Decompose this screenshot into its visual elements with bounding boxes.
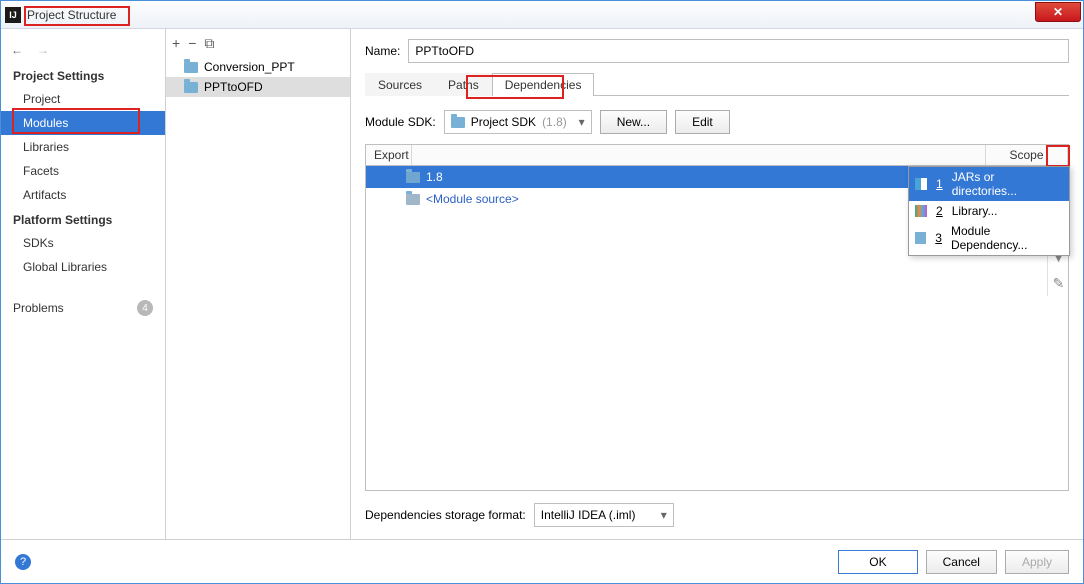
app-icon: IJ <box>5 7 21 23</box>
sdk-label: Module SDK: <box>365 115 436 129</box>
sdk-version: (1.8) <box>542 115 567 129</box>
remove-icon[interactable]: − <box>188 35 196 51</box>
sidebar: ← → Project Settings Project Modules Lib… <box>1 29 166 539</box>
sidebar-item-sdks[interactable]: SDKs <box>1 231 165 255</box>
dep-label: <Module source> <box>426 192 519 206</box>
name-input[interactable] <box>408 39 1069 63</box>
library-icon <box>915 205 927 217</box>
forward-arrow-icon[interactable]: → <box>37 43 49 57</box>
popup-item-module-dep[interactable]: 3 Module Dependency... <box>909 221 1069 255</box>
tab-paths[interactable]: Paths <box>435 73 492 96</box>
apply-button[interactable]: Apply <box>1005 550 1069 574</box>
sdk-row: Module SDK: Project SDK (1.8) New... Edi… <box>365 110 1069 134</box>
sidebar-item-modules[interactable]: Modules <box>1 111 165 135</box>
sidebar-item-artifacts[interactable]: Artifacts <box>1 183 165 207</box>
tab-sources[interactable]: Sources <box>365 73 435 96</box>
footer: ? OK Cancel Apply <box>1 539 1083 583</box>
nav-arrows: ← → <box>1 37 165 63</box>
jar-icon <box>915 178 927 190</box>
sidebar-item-libraries[interactable]: Libraries <box>1 135 165 159</box>
tree-item-label: PPTtoOFD <box>204 80 263 94</box>
sidebar-item-facets[interactable]: Facets <box>1 159 165 183</box>
problems-badge: 4 <box>137 300 153 316</box>
popup-shortcut: 3 <box>935 231 942 245</box>
folder-icon <box>451 117 465 128</box>
body: ← → Project Settings Project Modules Lib… <box>1 29 1083 539</box>
th-spacer <box>412 145 986 165</box>
titlebar: IJ Project Structure ✕ <box>1 1 1083 29</box>
th-export[interactable]: Export <box>366 145 412 165</box>
storage-dropdown[interactable]: IntelliJ IDEA (.iml) <box>534 503 674 527</box>
folder-icon <box>406 172 420 183</box>
folder-icon <box>406 194 420 205</box>
module-icon <box>184 62 198 73</box>
modules-tree: + − ⧉ Conversion_PPT PPTtoOFD <box>166 29 351 539</box>
new-button[interactable]: New... <box>600 110 667 134</box>
sdk-value: Project SDK <box>471 115 536 129</box>
edit-dep-icon[interactable]: ✎ <box>1048 270 1069 296</box>
module-icon <box>915 232 926 244</box>
sidebar-item-global-libraries[interactable]: Global Libraries <box>1 255 165 279</box>
tree-item-label: Conversion_PPT <box>204 60 295 74</box>
popup-item-jars[interactable]: 1 JARs or directories... <box>909 167 1069 201</box>
edit-button[interactable]: Edit <box>675 110 730 134</box>
cancel-button[interactable]: Cancel <box>926 550 997 574</box>
popup-item-library[interactable]: 2 Library... <box>909 201 1069 221</box>
tree-item-conversion[interactable]: Conversion_PPT <box>166 57 350 77</box>
tabs: Sources Paths Dependencies <box>365 73 1069 96</box>
tree-item-ppttoofd[interactable]: PPTtoOFD <box>166 77 350 97</box>
popup-label: Module Dependency... <box>951 224 1063 252</box>
close-button[interactable]: ✕ <box>1035 2 1081 22</box>
name-row: Name: <box>365 39 1069 63</box>
tree-toolbar: + − ⧉ <box>166 29 350 57</box>
sdk-dropdown[interactable]: Project SDK (1.8) <box>444 110 592 134</box>
sidebar-item-problems[interactable]: Problems 4 <box>1 295 165 321</box>
sidebar-problems-label: Problems <box>13 301 64 315</box>
ok-button[interactable]: OK <box>838 550 917 574</box>
deps-table-header: Export Scope <box>365 144 1069 166</box>
sidebar-section-platform: Platform Settings <box>1 207 165 231</box>
back-arrow-icon[interactable]: ← <box>11 43 23 57</box>
main-panel: Name: Sources Paths Dependencies Module … <box>351 29 1083 539</box>
th-scope[interactable]: Scope <box>986 145 1068 165</box>
popup-label: Library... <box>952 204 998 218</box>
copy-icon[interactable]: ⧉ <box>204 35 214 52</box>
project-structure-window: IJ Project Structure ✕ ← → Project Setti… <box>0 0 1084 584</box>
sidebar-item-project[interactable]: Project <box>1 87 165 111</box>
storage-row: Dependencies storage format: IntelliJ ID… <box>365 503 1069 527</box>
add-icon[interactable]: + <box>172 35 180 51</box>
popup-shortcut: 1 <box>936 177 943 191</box>
module-icon <box>184 82 198 93</box>
storage-value: IntelliJ IDEA (.iml) <box>541 508 636 522</box>
help-icon[interactable]: ? <box>15 554 31 570</box>
add-dependency-popup: 1 JARs or directories... 2 Library... 3 … <box>908 166 1070 256</box>
storage-label: Dependencies storage format: <box>365 508 526 522</box>
sidebar-section-project: Project Settings <box>1 63 165 87</box>
dep-label: 1.8 <box>426 170 443 184</box>
name-label: Name: <box>365 44 400 58</box>
tab-dependencies[interactable]: Dependencies <box>492 73 595 96</box>
popup-shortcut: 2 <box>936 204 943 218</box>
popup-label: JARs or directories... <box>952 170 1063 198</box>
window-title: Project Structure <box>27 8 116 22</box>
